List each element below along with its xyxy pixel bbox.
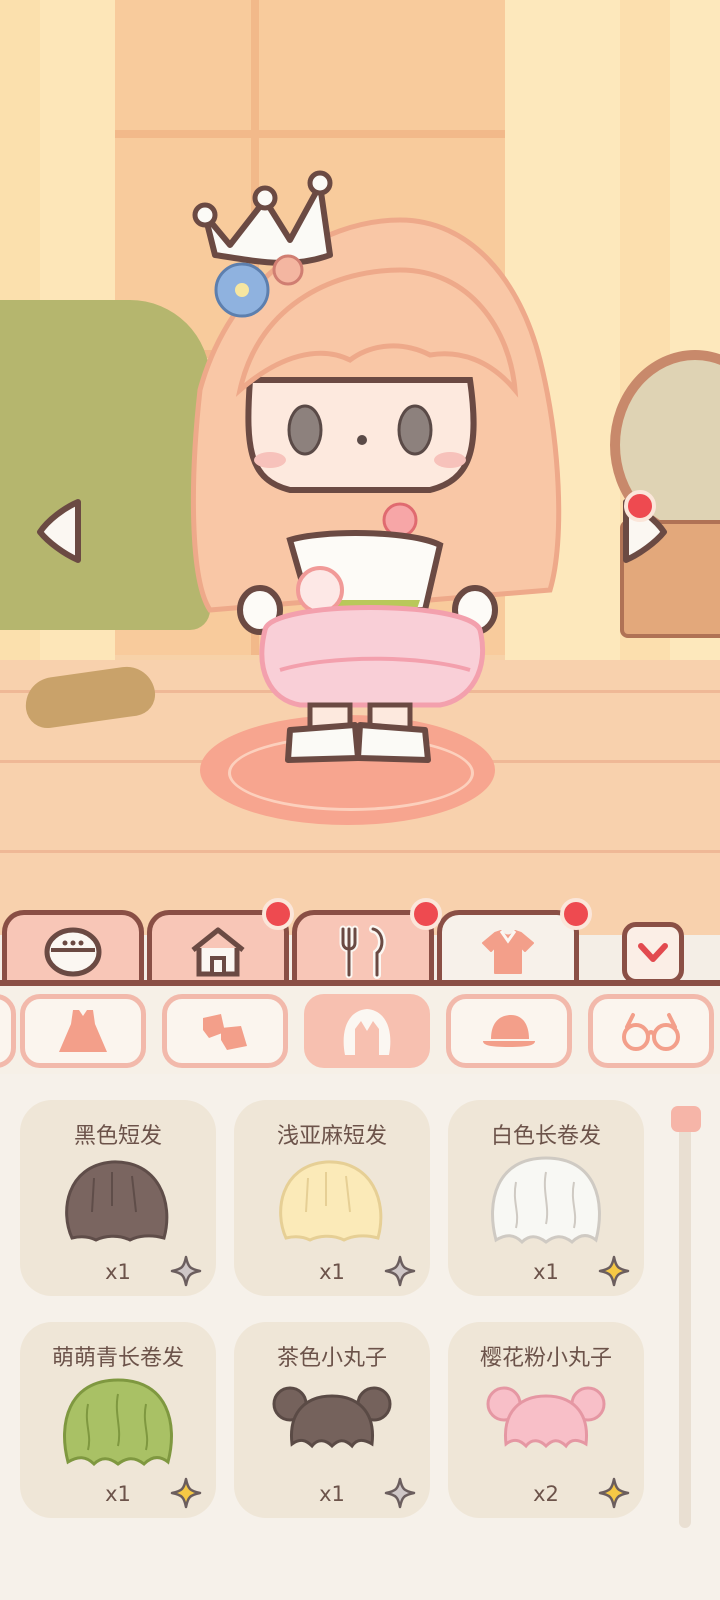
rarity-star-icon (384, 1255, 416, 1287)
glasses-icon (622, 1013, 680, 1051)
hair-item-image (279, 1160, 383, 1242)
next-arrow-badge (624, 490, 656, 522)
scrollbar-track[interactable] (679, 1108, 691, 1528)
game-screen: 黑色短发 x1 浅亚麻短发 x1 白色长卷发 x1 萌萌青长卷发 x1 茶色小丸… (0, 0, 720, 1600)
subtab-glasses[interactable] (588, 994, 714, 1068)
item-count: x1 (319, 1260, 345, 1284)
subtab-dress[interactable] (20, 994, 146, 1068)
item-count: x1 (105, 1482, 131, 1506)
rarity-star-icon (598, 1255, 630, 1287)
sub-category-bar (0, 986, 720, 1074)
hair-item-image (65, 1160, 169, 1242)
item-card[interactable]: 浅亚麻短发 x1 (234, 1100, 430, 1296)
item-count: x1 (319, 1482, 345, 1506)
tab-home-badge (262, 898, 294, 930)
tab-face[interactable] (2, 910, 144, 988)
hair-item-image (491, 1156, 601, 1244)
item-name: 萌萌青长卷发 (51, 1346, 184, 1371)
item-count: x2 (533, 1482, 559, 1506)
rarity-star-icon (170, 1255, 202, 1287)
scrollbar-thumb[interactable] (671, 1106, 701, 1132)
room-scene (0, 0, 720, 935)
tab-clothing-badge (560, 898, 592, 930)
subtab-hair[interactable] (304, 994, 430, 1068)
item-name: 白色长卷发 (490, 1124, 601, 1149)
subtab-previous-partial[interactable] (0, 994, 16, 1068)
subtab-hat[interactable] (446, 994, 572, 1068)
item-name: 浅亚麻短发 (276, 1124, 387, 1149)
previous-arrow-button[interactable] (34, 496, 86, 566)
hat-icon (483, 1015, 535, 1047)
main-tabs (0, 910, 720, 988)
item-name: 黑色短发 (73, 1124, 162, 1149)
item-card[interactable]: 白色长卷发 x1 (448, 1100, 644, 1296)
subtab-shoes[interactable] (162, 994, 288, 1068)
chevron-down-icon (638, 943, 668, 962)
tab-clothing[interactable] (437, 910, 579, 988)
house-icon (191, 927, 245, 976)
dressed-character[interactable] (170, 160, 590, 780)
rarity-star-icon (170, 1477, 202, 1509)
item-count: x1 (105, 1260, 131, 1284)
shirt-icon (482, 929, 534, 974)
hair-item-image (486, 1386, 606, 1449)
item-card[interactable]: 茶色小丸子 x1 (234, 1322, 430, 1518)
hair-item-image (63, 1378, 173, 1466)
item-name: 茶色小丸子 (276, 1346, 387, 1371)
item-card[interactable]: 黑色短发 x1 (20, 1100, 216, 1296)
hair-icon (343, 1009, 391, 1055)
dress-icon (59, 1010, 107, 1052)
rarity-star-icon (598, 1477, 630, 1509)
shoes-icon (203, 1014, 247, 1050)
tab-food-badge (410, 898, 442, 930)
item-count: x1 (533, 1260, 559, 1284)
item-grid: 黑色短发 x1 浅亚麻短发 x1 白色长卷发 x1 萌萌青长卷发 x1 茶色小丸… (0, 1074, 720, 1600)
face-icon (44, 927, 102, 976)
collapse-panel-button[interactable] (622, 922, 684, 984)
hair-item-image (272, 1386, 392, 1449)
item-card[interactable]: 樱花粉小丸子 x2 (448, 1322, 644, 1518)
item-name: 樱花粉小丸子 (479, 1346, 612, 1371)
item-card[interactable]: 萌萌青长卷发 x1 (20, 1322, 216, 1518)
food-icon (339, 924, 386, 979)
rarity-star-icon (384, 1477, 416, 1509)
